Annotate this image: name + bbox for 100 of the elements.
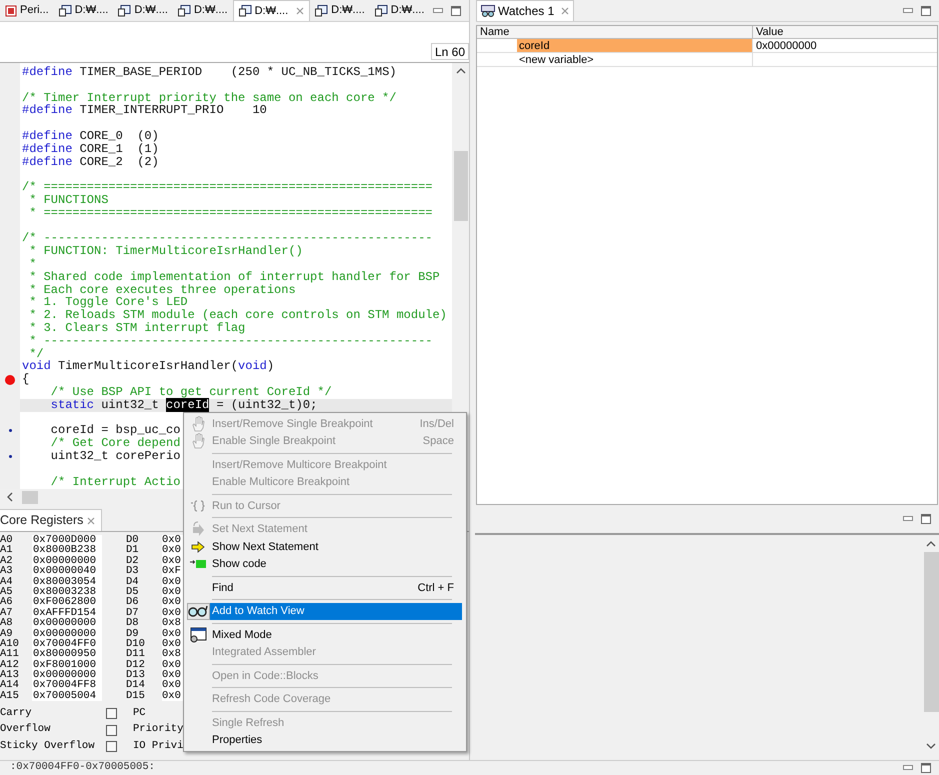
register-name: D11: [126, 649, 146, 660]
code-line: /* Interrupt Actio: [50, 474, 180, 488]
code-block-icon: [190, 559, 206, 570]
code-line: void TimerMulticoreIsrHandler(void): [22, 359, 274, 374]
register-value: 0xAFFFD154: [32, 608, 102, 618]
register-name: A4: [0, 576, 14, 587]
arrow-icon: [191, 540, 205, 553]
code-line: * ======================================================: [28, 206, 432, 220]
editor-tab[interactable]: D:₩....: [113, 0, 173, 21]
register-value: 0x80003054: [32, 576, 102, 587]
register-value: 0xF: [162, 566, 184, 577]
close-icon[interactable]: [87, 516, 96, 524]
minimize-icon[interactable]: [903, 516, 913, 522]
menu-item[interactable]: Add to Watch View: [210, 602, 462, 620]
minimize-icon[interactable]: [903, 8, 913, 14]
code-line: * Shared code implementation of interrupt handler for BSP: [28, 270, 440, 284]
register-name: D8: [126, 618, 140, 629]
code-line: /* Timer Interrupt priority the same on each core */: [22, 90, 396, 105]
flag-label: PC: [133, 706, 146, 721]
editor-tab[interactable]: D:₩....: [232, 0, 310, 21]
code-line: /* ======================================================: [22, 180, 432, 194]
flag-checkbox[interactable]: [106, 724, 117, 736]
menu-item[interactable]: Mixed Mode: [210, 626, 462, 644]
close-icon[interactable]: [561, 7, 570, 15]
register-value: 0x70005004: [32, 690, 102, 702]
editor-tab[interactable]: D:₩....: [54, 0, 114, 21]
scroll-up-icon[interactable]: [926, 540, 936, 548]
flag-checkbox[interactable]: [106, 708, 117, 719]
code-line: static uint32_t coreId = (uint32_t)0;: [50, 398, 318, 412]
code-line: #define CORE_0 (0): [22, 128, 159, 143]
scroll-thumb[interactable]: [22, 490, 38, 504]
register-name: A5: [0, 586, 14, 598]
document-icon: [118, 4, 132, 16]
column-header[interactable]: Value: [753, 26, 937, 38]
register-name: A6: [0, 597, 14, 608]
register-value: 0xF0062800: [32, 597, 102, 608]
code-line: * Each core executes three operations: [28, 282, 296, 297]
scroll-thumb[interactable]: [924, 552, 938, 712]
register-name: A8: [0, 618, 14, 629]
menu-item[interactable]: Show code: [210, 556, 462, 573]
register-name: D10: [126, 638, 146, 650]
watches-tab[interactable]: Watches 1: [476, 0, 574, 21]
hand-icon: [191, 433, 205, 450]
register-name: D9: [126, 628, 139, 639]
code-line: #define CORE_2 (2): [22, 154, 159, 169]
menu-item[interactable]: Properties: [210, 732, 462, 749]
code-line: /* Get Core depend: [50, 436, 180, 450]
watch-name[interactable]: <new variable>: [517, 53, 752, 66]
maximize-icon[interactable]: [921, 514, 931, 524]
register-name: D5: [126, 586, 140, 598]
core-registers-tab[interactable]: Core Registers: [0, 509, 102, 531]
maximize-icon[interactable]: [451, 6, 461, 16]
register-value: 0x7000D000: [32, 535, 102, 546]
document-icon: [178, 4, 191, 16]
minimize-icon[interactable]: [433, 8, 443, 14]
minimize-icon[interactable]: [903, 765, 913, 771]
flag-label: IO Privi: [133, 738, 184, 754]
watch-name[interactable]: coreId: [517, 39, 752, 52]
register-value: 0xF8001000: [32, 660, 102, 670]
document-icon: [58, 4, 72, 16]
scroll-thumb[interactable]: [454, 151, 468, 221]
register-value: 0x8: [162, 649, 184, 660]
editor-tab[interactable]: D:₩....: [310, 0, 370, 21]
register-name: D4: [126, 576, 140, 587]
register-value: 0x00000040: [32, 566, 102, 577]
register-name: A15: [0, 690, 20, 702]
register-name: D6: [126, 597, 140, 608]
code-line: /* Use BSP API to get current CoreId */: [50, 384, 332, 399]
window-icon: [189, 626, 207, 643]
document-icon: [315, 4, 328, 16]
code-line: */: [29, 346, 44, 361]
maximize-icon[interactable]: [921, 763, 931, 773]
register-name: D3: [126, 566, 140, 577]
code-line: * 1. Toggle Core's LED: [28, 295, 188, 310]
editor-tab[interactable]: Peri...: [0, 0, 54, 21]
code-line: * 2. Reloads STM module (each core controls on STM module): [28, 308, 447, 322]
register-name: A9: [0, 628, 13, 639]
code-line: #define TIMER_INTERRUPT_PRIO 10: [22, 103, 267, 118]
menu-item[interactable]: Find Ctrl + F: [210, 579, 462, 596]
register-name: D0: [126, 535, 140, 546]
register-value: 0x8000B238: [32, 545, 102, 556]
editor-tab[interactable]: D:₩....: [370, 0, 430, 21]
register-value: 0x0: [162, 535, 184, 546]
register-name: A11: [0, 649, 20, 660]
register-value: 0x0: [162, 597, 184, 608]
scroll-down-icon[interactable]: [926, 742, 936, 750]
breakpoint-icon[interactable]: [5, 374, 15, 385]
scroll-up-icon[interactable]: [456, 67, 466, 75]
code-line: #define CORE_1 (1): [22, 142, 159, 156]
editor-tab[interactable]: D:₩....: [172, 0, 233, 21]
menu-item[interactable]: Show Next Statement: [210, 538, 462, 556]
column-header[interactable]: Name: [477, 26, 753, 38]
scroll-left-icon[interactable]: [6, 492, 14, 502]
register-value: 0x8: [162, 618, 184, 629]
flag-checkbox[interactable]: [106, 741, 117, 752]
maximize-icon[interactable]: [921, 6, 931, 16]
close-icon[interactable]: [296, 7, 304, 15]
watch-value: 0x00000000: [755, 39, 818, 52]
register-value: 0x80000950: [32, 649, 102, 660]
register-name: A13: [0, 670, 20, 680]
